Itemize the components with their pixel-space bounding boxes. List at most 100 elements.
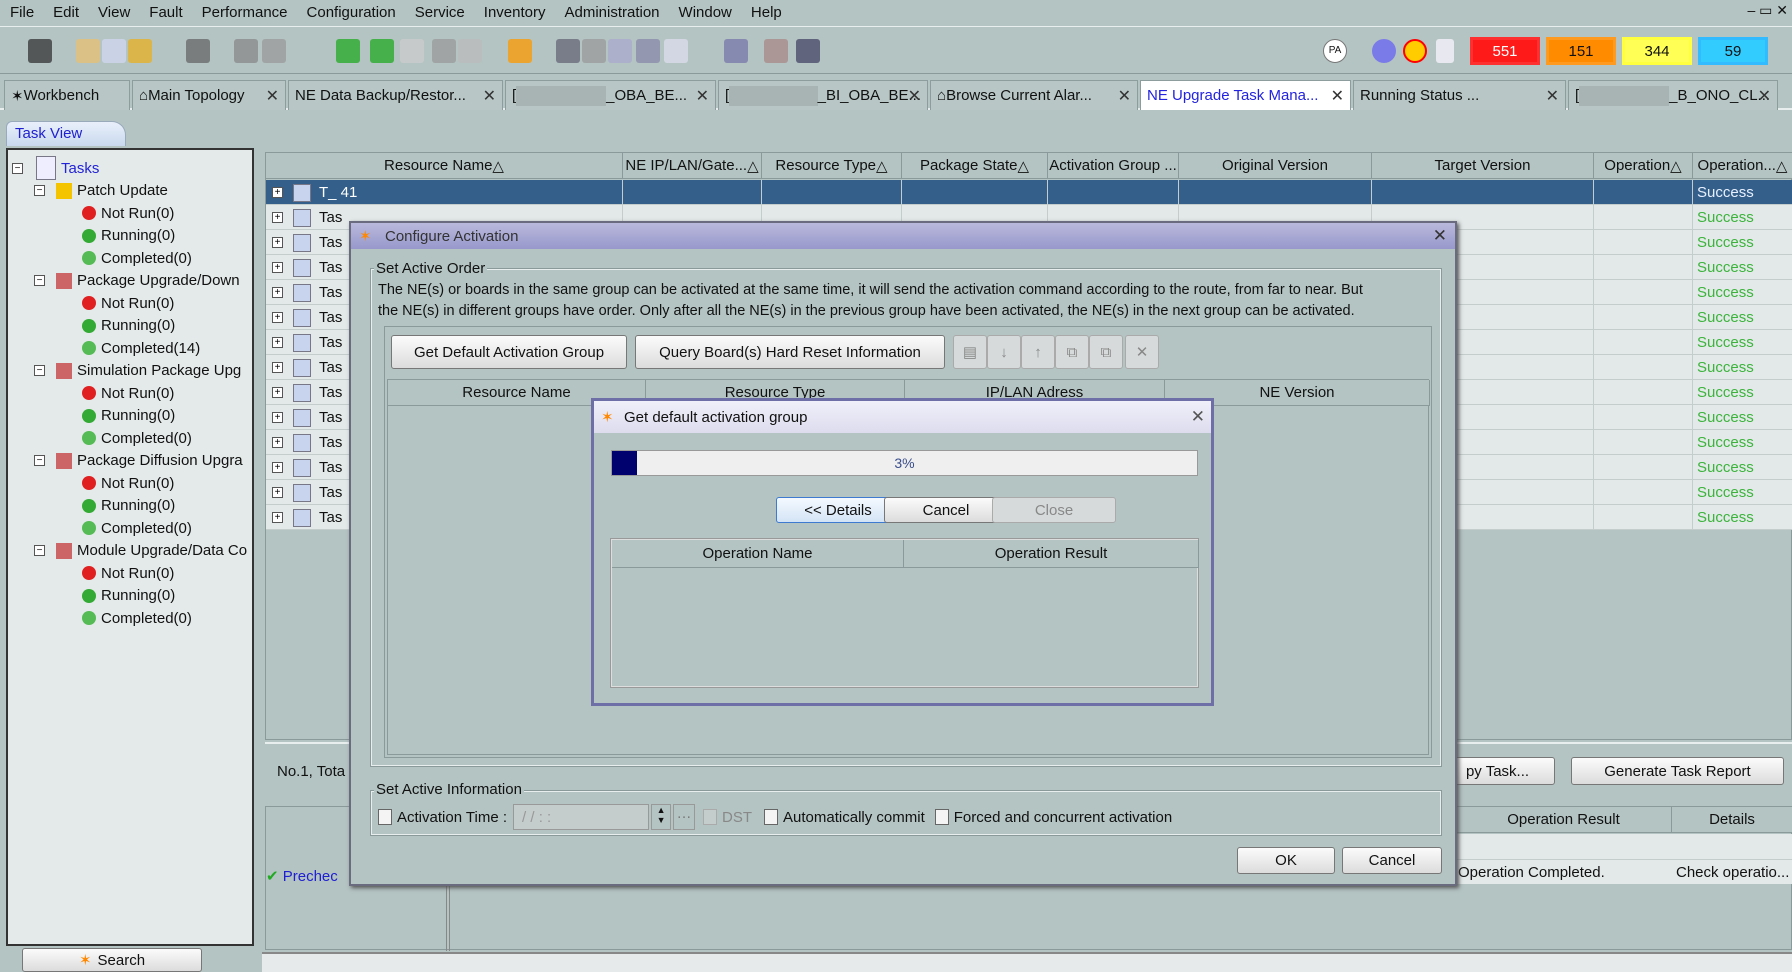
col-operation-name[interactable]: Operation Name <box>612 540 904 568</box>
tree-root-tasks[interactable]: − Tasks <box>12 156 99 180</box>
tab-item[interactable]: [_B_ONO_CL... ✕ <box>1568 80 1778 110</box>
tab-item[interactable]: [_OBA_BE... ✕ <box>505 80 716 110</box>
table-row[interactable]: + T_ 41 Success <box>266 180 1792 205</box>
delete-icon[interactable]: ✕ <box>1125 335 1159 369</box>
menu-administration[interactable]: Administration <box>564 4 659 21</box>
col-operation-result[interactable]: Operation Result <box>904 540 1199 568</box>
forced-activation-checkbox[interactable] <box>934 809 949 825</box>
menu-edit[interactable]: Edit <box>53 4 79 21</box>
expand-icon[interactable]: + <box>272 212 283 223</box>
toolbar-tool-icon[interactable] <box>764 39 788 63</box>
expand-icon[interactable]: + <box>272 262 283 273</box>
time-spinner[interactable]: ▲ ▼ <box>651 804 672 830</box>
pa-icon[interactable]: PA <box>1323 39 1347 63</box>
expand-icon[interactable]: + <box>272 437 283 448</box>
column-header[interactable]: Operation △ <box>1594 153 1693 179</box>
tree-item[interactable]: Running(0) <box>82 227 175 244</box>
alarm-count-badge[interactable]: 344 <box>1622 37 1692 65</box>
tree-item[interactable]: Not Run(0) <box>82 295 174 312</box>
menu-window[interactable]: Window <box>679 4 732 21</box>
toolbar-tool-icon[interactable] <box>234 39 258 63</box>
close-tab-icon[interactable]: ✕ <box>483 86 496 106</box>
column-header[interactable]: Resource Name △ <box>266 153 623 179</box>
close-tab-icon[interactable]: ✕ <box>1118 86 1131 106</box>
copy-task-button[interactable]: py Task... <box>1440 757 1555 785</box>
menu-view[interactable]: View <box>98 4 130 21</box>
expand-icon[interactable]: + <box>272 462 283 473</box>
arrow-icon[interactable] <box>1372 39 1396 63</box>
tab-item[interactable]: ⌂ Browse Current Alar... ✕ <box>930 80 1138 110</box>
details-link[interactable]: Check operatio... <box>1676 864 1789 881</box>
menu-file[interactable]: File <box>10 4 34 21</box>
menu-service[interactable]: Service <box>415 4 465 21</box>
tree-item[interactable]: Running(0) <box>82 407 175 424</box>
toolbar-tool-icon[interactable] <box>664 39 688 63</box>
tree-group[interactable]: − Package Diffusion Upgra <box>34 452 243 469</box>
tab-item[interactable]: [_BI_OBA_BE... ✕ <box>718 80 928 110</box>
tree-item[interactable]: Completed(0) <box>82 250 192 267</box>
toolbar-tool-icon[interactable] <box>724 39 748 63</box>
tree-item[interactable]: Completed(14) <box>82 340 200 357</box>
tree-item[interactable]: Not Run(0) <box>82 205 174 222</box>
tree-group[interactable]: − Patch Update <box>34 182 168 199</box>
toolbar-tool-icon[interactable] <box>432 39 456 63</box>
column-header[interactable]: Target Version <box>1372 153 1594 179</box>
expand-icon[interactable]: + <box>272 512 283 523</box>
expand-icon[interactable]: + <box>272 287 283 298</box>
column-header[interactable]: Resource Type △ <box>762 153 902 179</box>
expand-icon[interactable]: + <box>272 187 283 198</box>
tab-item[interactable]: NE Upgrade Task Mana... ✕ <box>1140 80 1351 110</box>
menu-performance[interactable]: Performance <box>202 4 288 21</box>
toolbar-tool-icon[interactable] <box>262 39 286 63</box>
dst-checkbox[interactable] <box>703 809 718 825</box>
close-tab-icon[interactable]: ✕ <box>1331 86 1344 106</box>
toolbar-tool-icon[interactable] <box>336 39 360 63</box>
close-icon[interactable]: ✕ <box>1191 407 1205 427</box>
alarm-count-badge[interactable]: 59 <box>1698 37 1768 65</box>
query-hard-reset-button[interactable]: Query Board(s) Hard Reset Information <box>635 335 945 369</box>
tree-group[interactable]: − Simulation Package Upg <box>34 362 241 379</box>
cancel-button[interactable]: Cancel <box>1342 847 1442 874</box>
tree-item[interactable]: Running(0) <box>82 317 175 334</box>
cancel-progress-button[interactable]: Cancel <box>884 497 1008 523</box>
auto-commit-checkbox[interactable] <box>764 809 779 825</box>
date-picker-button[interactable]: … <box>673 804 696 830</box>
close-progress-button[interactable]: Close <box>992 497 1116 523</box>
expand-icon[interactable]: + <box>272 237 283 248</box>
bell-icon[interactable] <box>1436 39 1454 63</box>
tab-item[interactable]: NE Data Backup/Restor... ✕ <box>288 80 503 110</box>
tab-item[interactable]: Running Status ... ✕ <box>1353 80 1566 110</box>
toolbar-tool-icon[interactable] <box>128 39 152 63</box>
column-header[interactable]: Package State △ <box>902 153 1048 179</box>
close-tab-icon[interactable]: ✕ <box>1758 86 1771 106</box>
ok-button[interactable]: OK <box>1237 847 1335 874</box>
toolbar-tool-icon[interactable] <box>28 39 52 63</box>
toolbar-tool-icon[interactable] <box>76 39 100 63</box>
close-icon[interactable]: ✕ <box>1433 226 1447 246</box>
tab-task-view[interactable]: Task View <box>6 121 126 146</box>
toolbar-tool-icon[interactable] <box>796 39 820 63</box>
tree-item[interactable]: Not Run(0) <box>82 565 174 582</box>
toolbar-tool-icon[interactable] <box>186 39 210 63</box>
column-header[interactable]: Original Version <box>1179 153 1372 179</box>
tree-item[interactable]: Running(0) <box>82 497 175 514</box>
tab-item[interactable]: ✶ Workbench <box>4 80 130 110</box>
activation-time-checkbox[interactable] <box>378 809 392 825</box>
expand-icon[interactable]: + <box>272 312 283 323</box>
tree-item[interactable]: Completed(0) <box>82 520 192 537</box>
col-operation-result[interactable]: Operation Result <box>1456 807 1672 833</box>
tree-item[interactable]: Not Run(0) <box>82 385 174 402</box>
activation-time-input[interactable]: / / : : <box>513 804 650 830</box>
details-button[interactable]: << Details <box>776 497 900 523</box>
tree-item[interactable]: Completed(0) <box>82 610 192 627</box>
col-details[interactable]: Details <box>1672 807 1792 833</box>
toolbar-tool-icon[interactable] <box>608 39 632 63</box>
toolbar-tool-icon[interactable] <box>102 39 126 63</box>
get-default-activation-group-button[interactable]: Get Default Activation Group <box>391 335 627 369</box>
tree-group[interactable]: − Package Upgrade/Down <box>34 272 240 289</box>
alarm-count-badge[interactable]: 151 <box>1546 37 1616 65</box>
menu-inventory[interactable]: Inventory <box>484 4 546 21</box>
close-tab-icon[interactable]: ✕ <box>266 86 279 106</box>
toolbar-tool-icon[interactable] <box>508 39 532 63</box>
close-tab-icon[interactable]: ✕ <box>696 86 709 106</box>
